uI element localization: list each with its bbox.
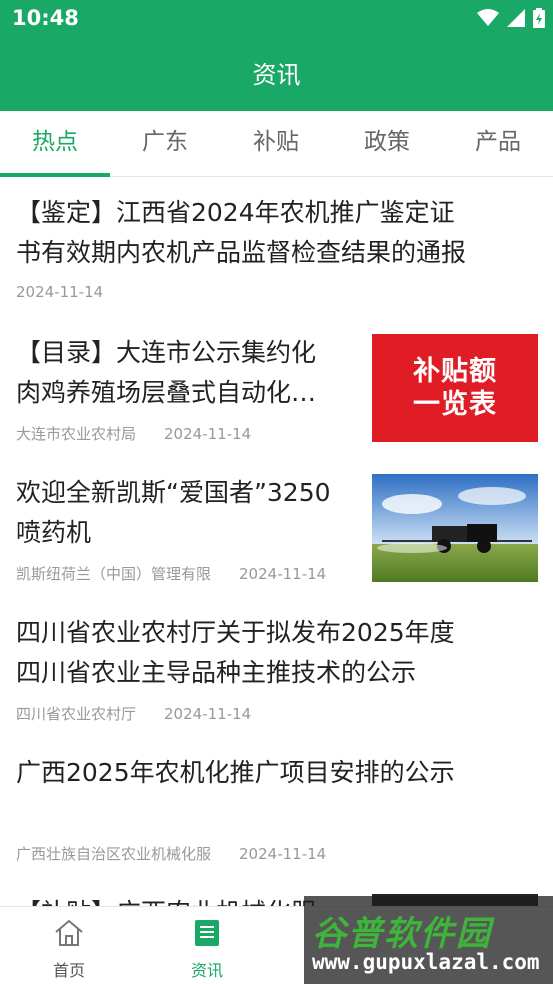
wifi-icon — [477, 9, 499, 26]
news-thumbnail — [372, 474, 538, 582]
news-source: 四川省农业农村厅 — [16, 705, 137, 723]
news-title-line: 喷药机 — [16, 518, 92, 547]
tab-product[interactable]: 产品 — [443, 111, 553, 177]
sprayer-photo — [372, 474, 538, 582]
news-title-line: 广西2025年农机化推广项目安排的公示 — [16, 758, 455, 787]
tab-label: 广东 — [142, 129, 188, 155]
tab-label: 产品 — [475, 129, 521, 155]
news-title-line: 欢迎全新凯斯“爱国者”3250 — [16, 478, 331, 507]
news-date: 2024-11-14 — [239, 565, 327, 583]
news-date: 2024-11-14 — [164, 705, 252, 723]
app-header: 10:48 资讯 — [0, 0, 553, 111]
battery-icon — [533, 8, 545, 28]
category-tabs: 热点 广东 补贴 政策 产品 — [0, 111, 553, 177]
nav-home[interactable]: 首页 — [0, 907, 138, 984]
tab-label: 补贴 — [253, 129, 299, 155]
news-item[interactable]: 【目录】大连市公示集约化 肉鸡养殖场层叠式自动化… 大连市农业农村局 2024-1… — [0, 318, 553, 458]
status-bar: 10:48 — [0, 0, 553, 36]
tab-guangdong[interactable]: 广东 — [110, 111, 220, 177]
news-meta: 大连市农业农村局 2024-11-14 — [16, 423, 251, 444]
status-time: 10:48 — [12, 6, 79, 30]
site-watermark: 谷普软件园 www.gupuxlazal.com — [304, 896, 553, 984]
nav-label: 首页 — [52, 961, 85, 980]
news-item[interactable]: 广西2025年农机化推广项目安排的公示 广西壮族自治区农业机械化服 2024-11… — [0, 738, 553, 878]
news-thumbnail: 补贴额 一览表 — [372, 334, 538, 442]
news-meta: 四川省农业农村厅 2024-11-14 — [16, 703, 251, 724]
tab-label: 热点 — [32, 129, 78, 155]
news-title-line: 四川省农业农村厅关于拟发布2025年度 — [16, 618, 455, 647]
watermark-text: 谷普软件园 — [312, 914, 492, 954]
watermark-url: www.gupuxlazal.com — [312, 950, 540, 974]
news-source: 大连市农业农村局 — [16, 425, 137, 443]
active-tab-indicator — [0, 173, 110, 177]
tab-hot[interactable]: 热点 — [0, 111, 110, 177]
page-title: 资讯 — [252, 61, 301, 89]
news-title-line: 书有效期内农机产品监督检查结果的通报 — [16, 238, 467, 267]
news-icon — [195, 920, 219, 946]
news-meta: 2024-11-14 — [16, 283, 103, 301]
news-title: 欢迎全新凯斯“爱国者”3250 喷药机 — [16, 473, 361, 553]
news-meta: 广西壮族自治区农业机械化服 2024-11-14 — [16, 843, 326, 864]
news-title-line: 【补贴】 — [16, 898, 116, 906]
news-title: 广西2025年农机化推广项目安排的公示 — [16, 753, 541, 793]
news-date: 2024-11-14 — [239, 845, 327, 863]
news-meta: 凯斯纽荷兰（中国）管理有限 2024-11-14 — [16, 563, 326, 584]
news-item[interactable]: 欢迎全新凯斯“爱国者”3250 喷药机 凯斯纽荷兰（中国）管理有限 2024-11… — [0, 458, 553, 598]
news-item[interactable]: 【鉴定】江西省2024年农机推广鉴定证 书有效期内农机产品监督检查结果的通报 2… — [0, 178, 553, 318]
news-item[interactable]: 四川省农业农村厅关于拟发布2025年度 四川省农业主导品种主推技术的公示 四川省… — [0, 598, 553, 738]
status-icons — [477, 8, 545, 28]
news-date: 2024-11-14 — [164, 425, 252, 443]
news-title-line: 【鉴定】江西省2024年农机推广鉴定证 — [16, 198, 455, 227]
news-date: 2024-11-14 — [16, 283, 104, 301]
thumbnail-text: 补贴额 — [413, 356, 497, 387]
nav-news[interactable]: 资讯 — [138, 907, 276, 984]
news-title-line: 【目录】大连市公示集约化 — [16, 338, 317, 367]
news-title-line: 肉鸡养殖场层叠式自动化… — [16, 378, 317, 407]
news-title: 四川省农业农村厅关于拟发布2025年度 四川省农业主导品种主推技术的公示 — [16, 613, 541, 693]
home-icon — [55, 919, 83, 946]
news-title-line: 四川省农业主导品种主推技术的公示 — [16, 658, 417, 687]
news-source: 广西壮族自治区农业机械化服 — [16, 845, 212, 863]
tab-policy[interactable]: 政策 — [332, 111, 442, 177]
news-source: 凯斯纽荷兰（中国）管理有限 — [16, 565, 212, 583]
thumbnail-text: 一览表 — [413, 389, 497, 420]
news-title: 【鉴定】江西省2024年农机推广鉴定证 书有效期内农机产品监督检查结果的通报 — [16, 193, 541, 273]
news-title: 【目录】大连市公示集约化 肉鸡养殖场层叠式自动化… — [16, 333, 361, 413]
news-title-line: 广西农业机械化服 — [116, 898, 316, 906]
tab-label: 政策 — [364, 129, 410, 155]
tab-subsidy[interactable]: 补贴 — [221, 111, 331, 177]
nav-label: 资讯 — [190, 961, 223, 980]
signal-icon — [507, 9, 525, 27]
